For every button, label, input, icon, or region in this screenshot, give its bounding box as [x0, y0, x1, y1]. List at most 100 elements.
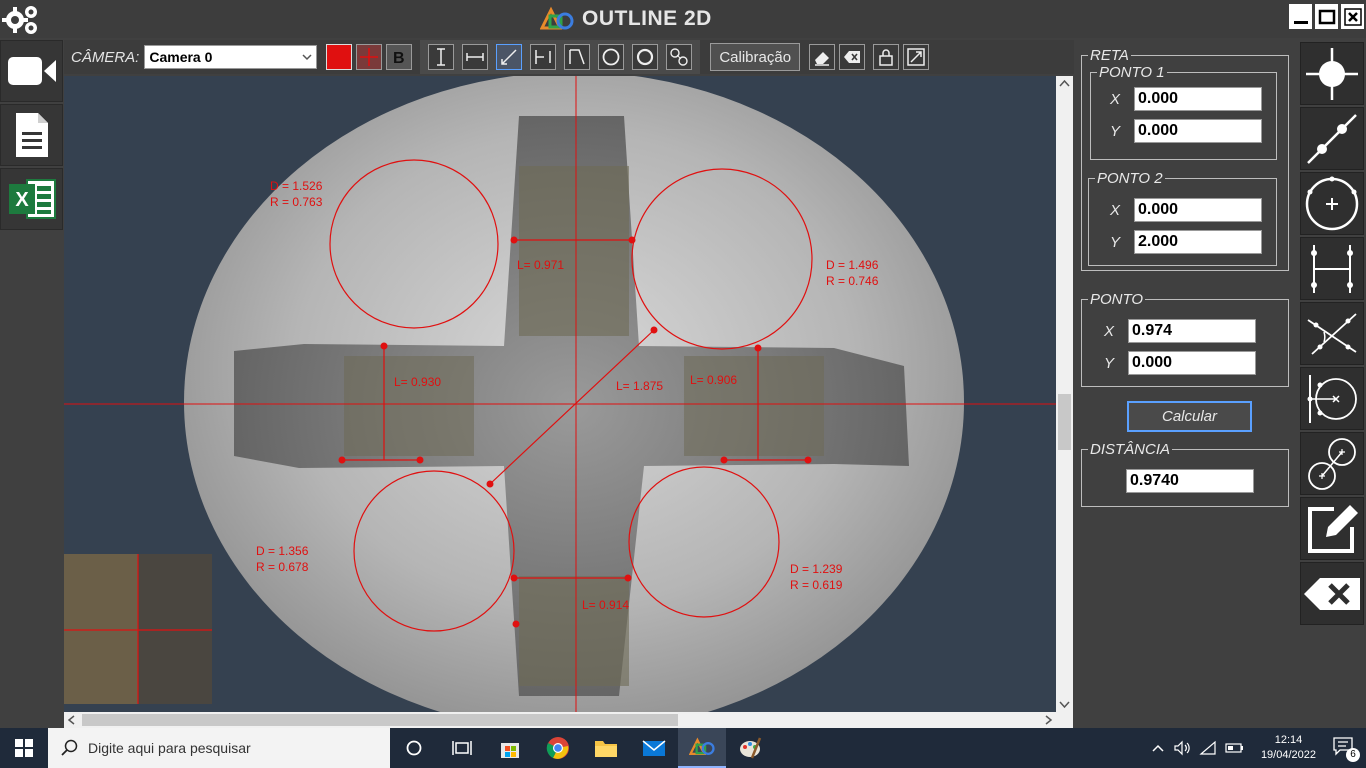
image-viewport[interactable]: D = 1.526 R = 0.763 D = 1.496 R = 0.746 … [64, 76, 1073, 728]
gears-icon [2, 6, 37, 34]
settings-button[interactable] [0, 0, 40, 38]
window-controls [1289, 4, 1364, 29]
point-line-icon [535, 50, 552, 64]
main-toolbar: CÂMERA: Camera 0 B Calibração [64, 40, 1074, 74]
notification-center-button[interactable]: 6 [1332, 736, 1360, 762]
svg-text:B: B [393, 50, 405, 67]
circle-distance-button[interactable] [666, 44, 693, 70]
task-view-icon [452, 741, 472, 755]
paint-app-button[interactable] [726, 728, 774, 768]
maximize-button[interactable] [1315, 4, 1338, 29]
edit-tool-button[interactable] [1300, 497, 1364, 560]
clear-tool-button[interactable] [1300, 562, 1364, 625]
circle-button[interactable] [598, 44, 625, 70]
camera-image[interactable]: D = 1.526 R = 0.763 D = 1.496 R = 0.746 … [64, 76, 1056, 712]
angle-tool-button[interactable] [1300, 302, 1364, 365]
circle-tool-button[interactable] [1300, 172, 1364, 235]
vertical-measure-button[interactable] [428, 44, 455, 70]
outline-logo-icon [540, 6, 574, 30]
two-circles-distance-icon [1308, 437, 1356, 490]
fit-view-button[interactable] [903, 44, 930, 70]
wifi-icon[interactable] [1199, 740, 1217, 756]
minimize-button[interactable] [1289, 4, 1312, 29]
point-line-button[interactable] [530, 44, 557, 70]
ponto2-y-label: Y [1109, 233, 1120, 251]
length-bottom: L= 0.914 [582, 598, 629, 612]
clock[interactable]: 12:14 19/04/2022 [1261, 733, 1316, 763]
edit-icon [1308, 504, 1358, 553]
ponto-x-input[interactable]: 0.974 [1128, 319, 1256, 343]
ponto2-y-input[interactable]: 2.000 [1134, 230, 1262, 254]
chrome-app-button[interactable] [534, 728, 582, 768]
notification-badge: 6 [1346, 748, 1360, 762]
line-segment-icon [1307, 113, 1357, 164]
circle-center-button[interactable] [632, 44, 659, 70]
calibration-button[interactable]: Calibração [710, 43, 801, 71]
angle-button[interactable] [564, 44, 591, 70]
outline-logo-small-icon [689, 737, 715, 756]
color-swatch-icon [334, 52, 344, 62]
two-circle-tool-button[interactable] [1300, 432, 1364, 495]
ponto2-x-input[interactable]: 0.000 [1134, 198, 1262, 222]
bold-text-button[interactable]: B [386, 44, 413, 70]
angle-icon [569, 49, 586, 65]
timeline-button[interactable] [438, 728, 486, 768]
horizontal-measure-button[interactable] [462, 44, 489, 70]
circle-2-radius: R = 0.746 [826, 274, 879, 288]
camera-label: CÂMERA: [71, 48, 140, 66]
task-view-button[interactable] [390, 728, 438, 768]
title-bar: OUTLINE 2D [0, 0, 1366, 38]
length-right: L= 0.906 [690, 373, 737, 387]
horizontal-scrollbar[interactable] [64, 712, 1056, 728]
battery-icon[interactable] [1225, 741, 1245, 755]
os-taskbar: Digite aqui para pesquisar 12:14 19/04/2… [0, 728, 1366, 768]
delete-button[interactable] [839, 44, 866, 70]
ponto1-y-input[interactable]: 0.000 [1134, 119, 1262, 143]
mail-app-button[interactable] [630, 728, 678, 768]
paint-palette-icon [740, 737, 762, 759]
report-button[interactable] [0, 104, 63, 166]
store-app-button[interactable] [486, 728, 534, 768]
left-sidebar: X [0, 40, 64, 728]
clock-time: 12:14 [1274, 734, 1303, 746]
vertical-scrollbar[interactable] [1056, 76, 1073, 712]
ponto1-x-input[interactable]: 0.000 [1134, 87, 1262, 111]
outline-app-taskbar-button[interactable] [678, 728, 726, 768]
ponto-y-input[interactable]: 0.000 [1128, 351, 1256, 375]
close-button[interactable] [1341, 4, 1364, 29]
distance-lines-tool-button[interactable] [1300, 237, 1364, 300]
excel-export-button[interactable]: X [0, 168, 63, 230]
search-icon [61, 739, 78, 756]
circle-line-tool-button[interactable] [1300, 367, 1364, 430]
circle-outline-icon [637, 48, 654, 66]
color-red-button[interactable] [326, 44, 353, 70]
taskbar-search[interactable]: Digite aqui para pesquisar [48, 728, 390, 768]
folder-icon [595, 741, 617, 757]
start-button[interactable] [0, 728, 48, 768]
circle-center-icon [1305, 176, 1359, 230]
camera-button[interactable] [0, 40, 63, 102]
horizontal-scroll-thumb[interactable] [82, 714, 678, 726]
measurement-panel: RETA PONTO 1 X 0.000 Y 0.000 PONTO 2 X 0… [1074, 40, 1298, 728]
svg-text:X: X [15, 189, 29, 211]
crosshair-icon [360, 48, 379, 66]
app-title: OUTLINE 2D [540, 5, 712, 33]
diagonal-measure-button[interactable] [496, 44, 523, 70]
line-tool-button[interactable] [1300, 107, 1364, 170]
eraser-button[interactable] [809, 44, 836, 70]
close-icon [1343, 7, 1362, 26]
app-window: OUTLINE 2D X CÂMERA: Camera 0 B Calibraç… [0, 0, 1366, 728]
lock-button[interactable] [873, 44, 900, 70]
ponto2-y-row: Y 2.000 [1104, 230, 1262, 254]
file-explorer-button[interactable] [582, 728, 630, 768]
scroll-right-icon [1045, 715, 1053, 725]
chevron-up-icon[interactable] [1151, 741, 1165, 755]
maximize-icon [1318, 9, 1335, 24]
crosshair-toggle-button[interactable] [356, 44, 383, 70]
vertical-scroll-thumb[interactable] [1058, 394, 1071, 450]
camera-select[interactable]: Camera 0 [144, 45, 318, 69]
point-tool-button[interactable] [1300, 42, 1364, 105]
calculate-button[interactable]: Calcular [1127, 401, 1252, 432]
minimize-icon [1293, 20, 1308, 24]
speaker-icon[interactable] [1173, 740, 1191, 756]
